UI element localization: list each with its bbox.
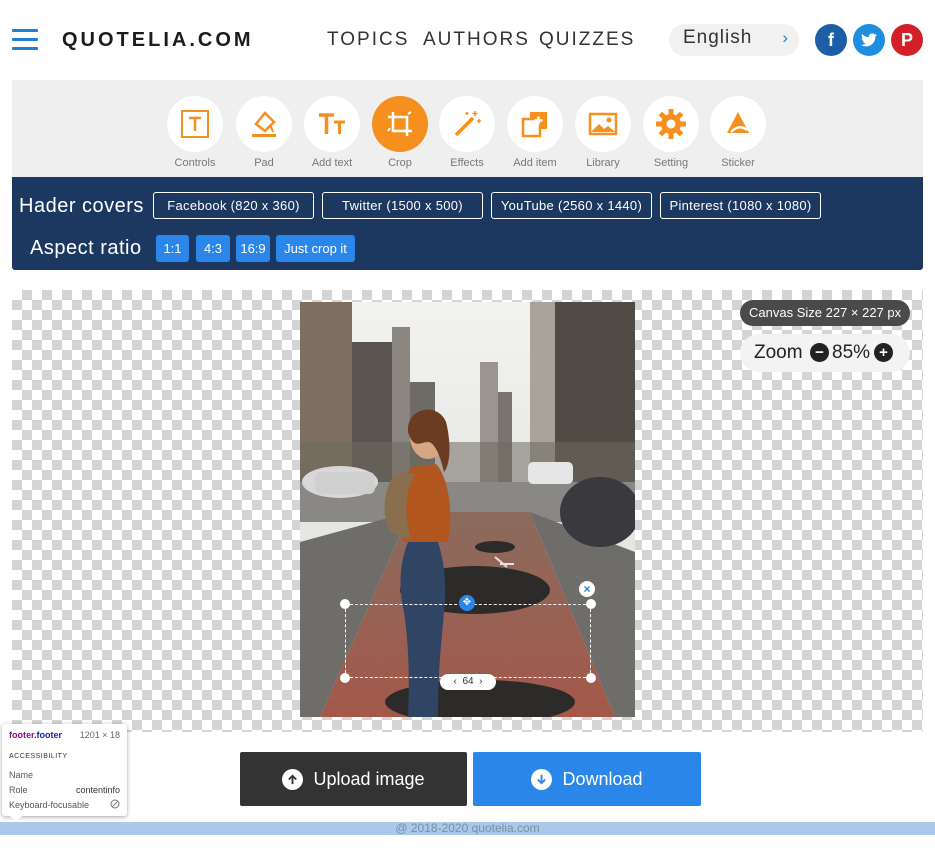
tool-crop[interactable]: Crop [365,96,435,169]
language-label: English [683,27,753,48]
twitter-icon[interactable] [853,24,885,56]
ratio-1-1-button[interactable]: 1:1 [156,235,189,262]
chevron-left-icon[interactable]: ‹ [454,676,457,687]
crop-icon [372,96,428,152]
tool-sticker[interactable]: Sticker [703,96,773,169]
editor-toolbar: Controls Pad Add text Crop Effects Add i… [12,80,923,177]
cover-facebook-button[interactable]: Facebook (820 x 360) [153,192,314,219]
chevron-right-icon[interactable]: › [479,676,482,687]
editor-canvas[interactable]: Canvas Size 227 × 227 px Zoom − 85% + ✥ … [12,290,923,732]
nav-topics[interactable]: TOPICS [327,29,409,51]
gear-icon [643,96,699,152]
site-header: QUOTELIA.COM TOPICS AUTHORS QUIZZES Engl… [0,0,935,80]
sticker-icon [710,96,766,152]
aspect-ratio-title: Aspect ratio [30,237,142,259]
tool-pad[interactable]: Pad [229,96,299,169]
site-logo[interactable]: QUOTELIA.COM [62,29,254,52]
chevron-right-icon: › [782,28,789,47]
cover-pinterest-button[interactable]: Pinterest (1080 x 1080) [660,192,821,219]
ratio-16-9-button[interactable]: 16:9 [236,235,270,262]
nav-authors[interactable]: AUTHORS [423,29,530,51]
zoom-value: 85% [832,342,871,363]
tooltip-selector: footer.footer [9,730,63,740]
tool-label: Crop [388,157,412,169]
upload-image-button[interactable]: Upload image [240,752,467,806]
tool-label: Add item [513,157,557,169]
tool-label: Sticker [721,157,755,169]
tool-label: Effects [450,157,484,169]
tool-setting[interactable]: Setting [636,96,706,169]
tool-controls[interactable]: Controls [160,96,230,169]
tool-library[interactable]: Library [568,96,638,169]
tool-label: Library [586,157,620,169]
language-selector[interactable]: English › [669,24,799,56]
tool-label: Controls [174,157,216,169]
header-covers-title: Hader covers [19,195,144,217]
tooltip-key: Name [9,770,34,780]
tooltip-value: contentinfo [75,785,120,795]
tooltip-section-title: ACCESSIBILITY [9,753,68,760]
tooltip-dimensions: 1201 × 18 [79,730,120,740]
crop-selection-box[interactable] [345,604,591,678]
tooltip-key: Role [9,785,28,795]
upload-label: Upload image [313,768,425,789]
tool-effects[interactable]: Effects [432,96,502,169]
paint-bucket-icon [236,96,292,152]
devtools-inspect-tooltip: footer.footer 1201 × 18 ACCESSIBILITY Na… [2,724,127,822]
cover-youtube-button[interactable]: YouTube (2560 x 1440) [491,192,652,219]
crop-options-panel: Hader covers Facebook (820 x 360) Twitte… [12,177,923,270]
resize-handle-top-right[interactable] [586,599,596,609]
download-label: Download [562,768,643,789]
pinterest-icon[interactable]: P [891,24,923,56]
download-button[interactable]: Download [473,752,701,806]
not-allowed-icon [110,799,120,811]
resize-handle-bottom-right[interactable] [586,673,596,683]
move-icon[interactable]: ✥ [459,595,475,611]
tool-label: Pad [254,157,274,169]
magic-wand-icon [439,96,495,152]
resize-handle-top-left[interactable] [340,599,350,609]
ratio-4-3-button[interactable]: 4:3 [196,235,230,262]
copyright-text: @ 2018-2020 quotelia.com [395,821,540,835]
download-arrow-icon [531,768,553,790]
image-library-icon [575,96,631,152]
canvas-size-badge: Canvas Size 227 × 227 px [740,300,911,326]
selection-size-stepper[interactable]: ‹ 64 › [440,674,496,690]
text-frame-icon [167,96,223,152]
resize-handle-bottom-left[interactable] [340,673,350,683]
facebook-icon[interactable]: f [815,24,847,56]
close-icon[interactable]: × [579,581,595,597]
hamburger-menu-icon[interactable] [12,29,38,51]
zoom-in-icon[interactable]: + [874,343,893,362]
ratio-free-crop-button[interactable]: Just crop it [276,235,355,262]
tool-add-text[interactable]: Add text [297,96,367,169]
zoom-out-icon[interactable]: − [810,343,829,362]
selection-size-value: 64 [462,676,474,687]
upload-arrow-icon [282,768,304,790]
text-tool-icon [304,96,360,152]
nav-quizzes[interactable]: QUIZZES [539,29,635,51]
tooltip-key: Keyboard-focusable [9,800,90,810]
zoom-control: Zoom − 85% + [740,334,910,372]
zoom-label: Zoom [754,342,803,363]
tool-label: Add text [311,157,353,169]
cover-twitter-button[interactable]: Twitter (1500 x 500) [322,192,483,219]
tool-label: Setting [653,157,689,169]
page-footer: @ 2018-2020 quotelia.com [0,822,935,835]
add-layer-icon [507,96,563,152]
tooltip-arrow [10,816,22,822]
tool-add-item[interactable]: Add item [500,96,570,169]
